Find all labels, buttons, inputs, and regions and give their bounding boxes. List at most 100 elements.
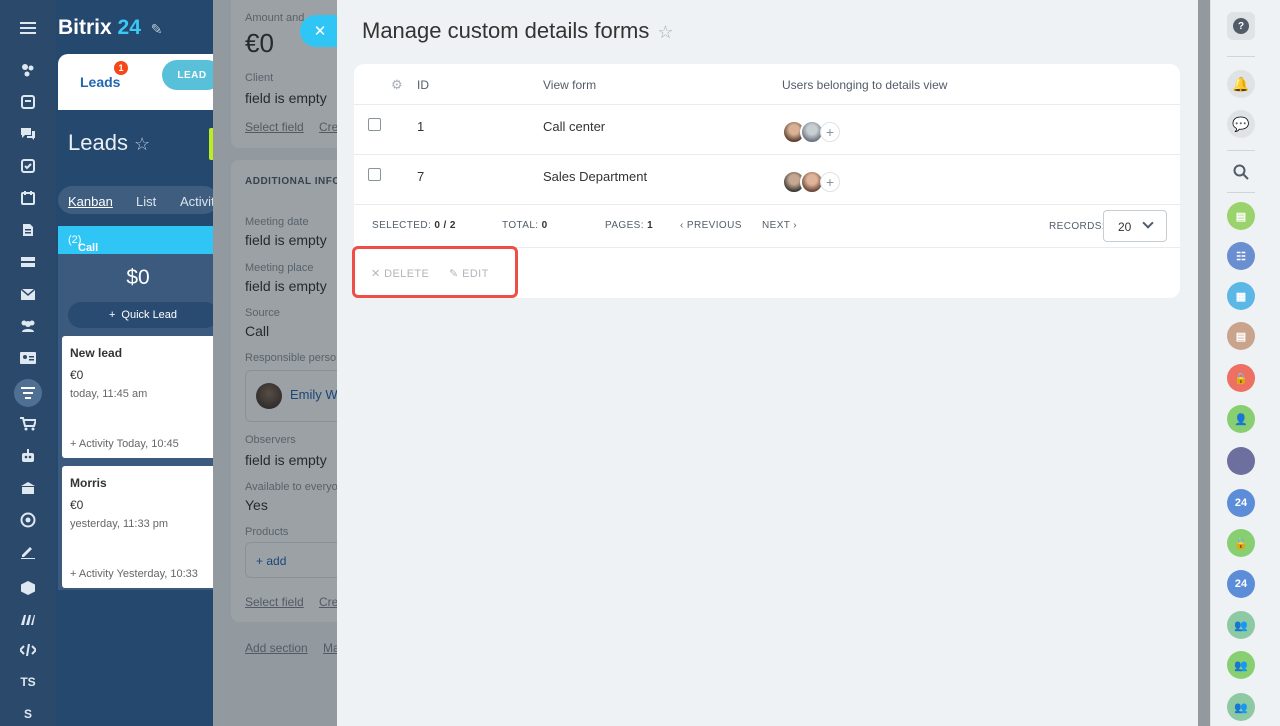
cart-icon[interactable] (16, 412, 40, 436)
chat-icon[interactable] (16, 122, 40, 146)
manage-forms-slider: Manage custom details forms ☆ ⚙ ID View f… (337, 0, 1198, 726)
bitrix-logo[interactable]: Bitrix 24 ✎ (58, 16, 162, 40)
left-navigation: TS S (0, 0, 56, 726)
next-page-link[interactable]: NEXT › (762, 220, 797, 231)
checkbox-icon[interactable] (16, 154, 40, 178)
view-kanban[interactable]: Kanban (68, 194, 113, 209)
divider (354, 154, 1180, 155)
close-slider-button[interactable]: ✕ (300, 15, 338, 47)
page-title-text: Leads (68, 130, 128, 155)
sign-icon[interactable] (16, 540, 40, 564)
developer-icon[interactable] (16, 638, 40, 662)
target-icon[interactable] (16, 508, 40, 532)
previous-page-link[interactable]: ‹ PREVIOUS (680, 220, 742, 231)
right-sidebar: ? 🔔 💬 ▤ ☷ ▦ ▤ 🔒 👤 24 🔒 24 👥 👥 👥 (1210, 0, 1280, 726)
pages-label: PAGES: (605, 220, 644, 231)
id-card-icon[interactable]: ▤ (1227, 322, 1255, 350)
column-header-users[interactable]: Users belonging to details view (782, 78, 947, 92)
previous-label: PREVIOUS (686, 220, 742, 231)
feed-icon[interactable] (16, 58, 40, 82)
column-sum: $0 (126, 266, 150, 289)
nav-item-s[interactable]: S (16, 702, 40, 726)
user-icon[interactable]: 👤 (1227, 405, 1255, 433)
records-select[interactable]: 20 (1103, 210, 1167, 242)
star-icon[interactable]: ☆ (134, 134, 150, 154)
help-button[interactable]: ? (1227, 12, 1255, 40)
marketplace-icon[interactable] (16, 608, 40, 632)
next-label: NEXT (762, 220, 791, 231)
mail-icon[interactable] (16, 282, 40, 306)
column-header-id[interactable]: ID (417, 78, 429, 92)
menu-icon[interactable] (16, 16, 40, 40)
page-title: Leads ☆ (68, 130, 150, 156)
tasks-icon[interactable] (16, 90, 40, 114)
row-id: 7 (417, 169, 425, 184)
group-icon[interactable]: 👥 (1227, 693, 1255, 721)
messages-icon[interactable]: 💬 (1227, 110, 1255, 138)
slider-title: Manage custom details forms ☆ (362, 18, 673, 44)
calendar-icon[interactable]: ▦ (1227, 282, 1255, 310)
notification-badge: 1 (114, 61, 128, 75)
divider (1227, 192, 1255, 193)
robot-icon[interactable] (16, 444, 40, 468)
row-view-form: Sales Department (543, 169, 648, 184)
search-icon[interactable] (1227, 158, 1255, 186)
bell-icon[interactable]: 🔔 (1227, 70, 1255, 98)
pages-count: PAGES: 1 (605, 220, 653, 231)
plus-icon: + (108, 309, 116, 321)
box-icon[interactable] (16, 576, 40, 600)
quick-lead-button[interactable]: + Quick Lead (68, 302, 218, 328)
card-amount: €0 (70, 368, 84, 382)
employees-icon[interactable] (16, 314, 40, 338)
bitrix24-icon[interactable]: 24 (1227, 570, 1255, 598)
row-checkbox[interactable] (368, 168, 381, 181)
lock-icon[interactable]: 🔒 (1227, 364, 1255, 392)
nav-item-ts-label: TS (20, 675, 36, 689)
chevron-down-icon (1142, 217, 1154, 229)
row-checkbox[interactable] (368, 118, 381, 131)
kanban-card[interactable]: Morris €0 yesterday, 11:33 pm + Activity… (62, 466, 218, 588)
view-list[interactable]: List (136, 194, 156, 209)
drive-icon[interactable] (16, 250, 40, 274)
add-user-icon[interactable]: + (820, 172, 840, 192)
store-icon[interactable] (16, 476, 40, 500)
nav-item-ts[interactable]: TS (16, 670, 40, 694)
slider-title-text: Manage custom details forms (362, 18, 650, 43)
contact-card-icon[interactable]: ▤ (1227, 202, 1255, 230)
calendar-icon[interactable] (16, 186, 40, 210)
bitrix24-label: 24 (1234, 497, 1248, 509)
add-user-icon[interactable]: + (820, 122, 840, 142)
group-icon[interactable]: 👥 (1227, 611, 1255, 639)
group-chat-icon[interactable]: ☷ (1227, 242, 1255, 270)
star-icon[interactable]: ☆ (657, 22, 673, 42)
selected-value: 0 / 2 (434, 220, 456, 231)
view-activities[interactable]: Activiti (180, 194, 218, 209)
card-footer[interactable]: + Activity Yesterday, 10:33 (70, 568, 198, 580)
document-icon[interactable] (16, 218, 40, 242)
chevron-left-icon: ‹ (680, 220, 684, 231)
total-count: TOTAL: 0 (502, 220, 548, 231)
column-header-view-form[interactable]: View form (543, 78, 596, 92)
group-icon[interactable]: 👥 (1227, 651, 1255, 679)
card-amount: €0 (70, 498, 84, 512)
card-date: today, 11:45 am (70, 388, 148, 400)
tab-leads[interactable]: Leads 1 (80, 61, 128, 90)
selected-count: SELECTED: 0 / 2 (372, 220, 456, 231)
close-icon: ✕ (313, 23, 327, 40)
pages-value: 1 (647, 220, 654, 231)
logo-number: 24 (117, 16, 141, 39)
row-id: 1 (417, 119, 425, 134)
row-view-form: Call center (543, 119, 606, 134)
card-footer[interactable]: + Activity Today, 10:45 (70, 438, 179, 450)
kanban-card[interactable]: New lead €0 today, 11:45 am + Activity T… (62, 336, 218, 458)
divider (1227, 150, 1255, 151)
quick-lead-label: Quick Lead (121, 309, 178, 321)
lock-icon[interactable]: 🔒 (1227, 529, 1255, 557)
edit-pencil-icon[interactable]: ✎ (151, 21, 163, 37)
avatar[interactable] (1227, 447, 1255, 475)
gear-icon[interactable]: ⚙ (391, 77, 403, 93)
records-label: RECORDS: (1049, 221, 1105, 232)
contact-card-icon[interactable] (16, 346, 40, 370)
bitrix24-icon[interactable]: 24 (1227, 489, 1255, 517)
crm-funnel-icon[interactable] (14, 379, 42, 407)
